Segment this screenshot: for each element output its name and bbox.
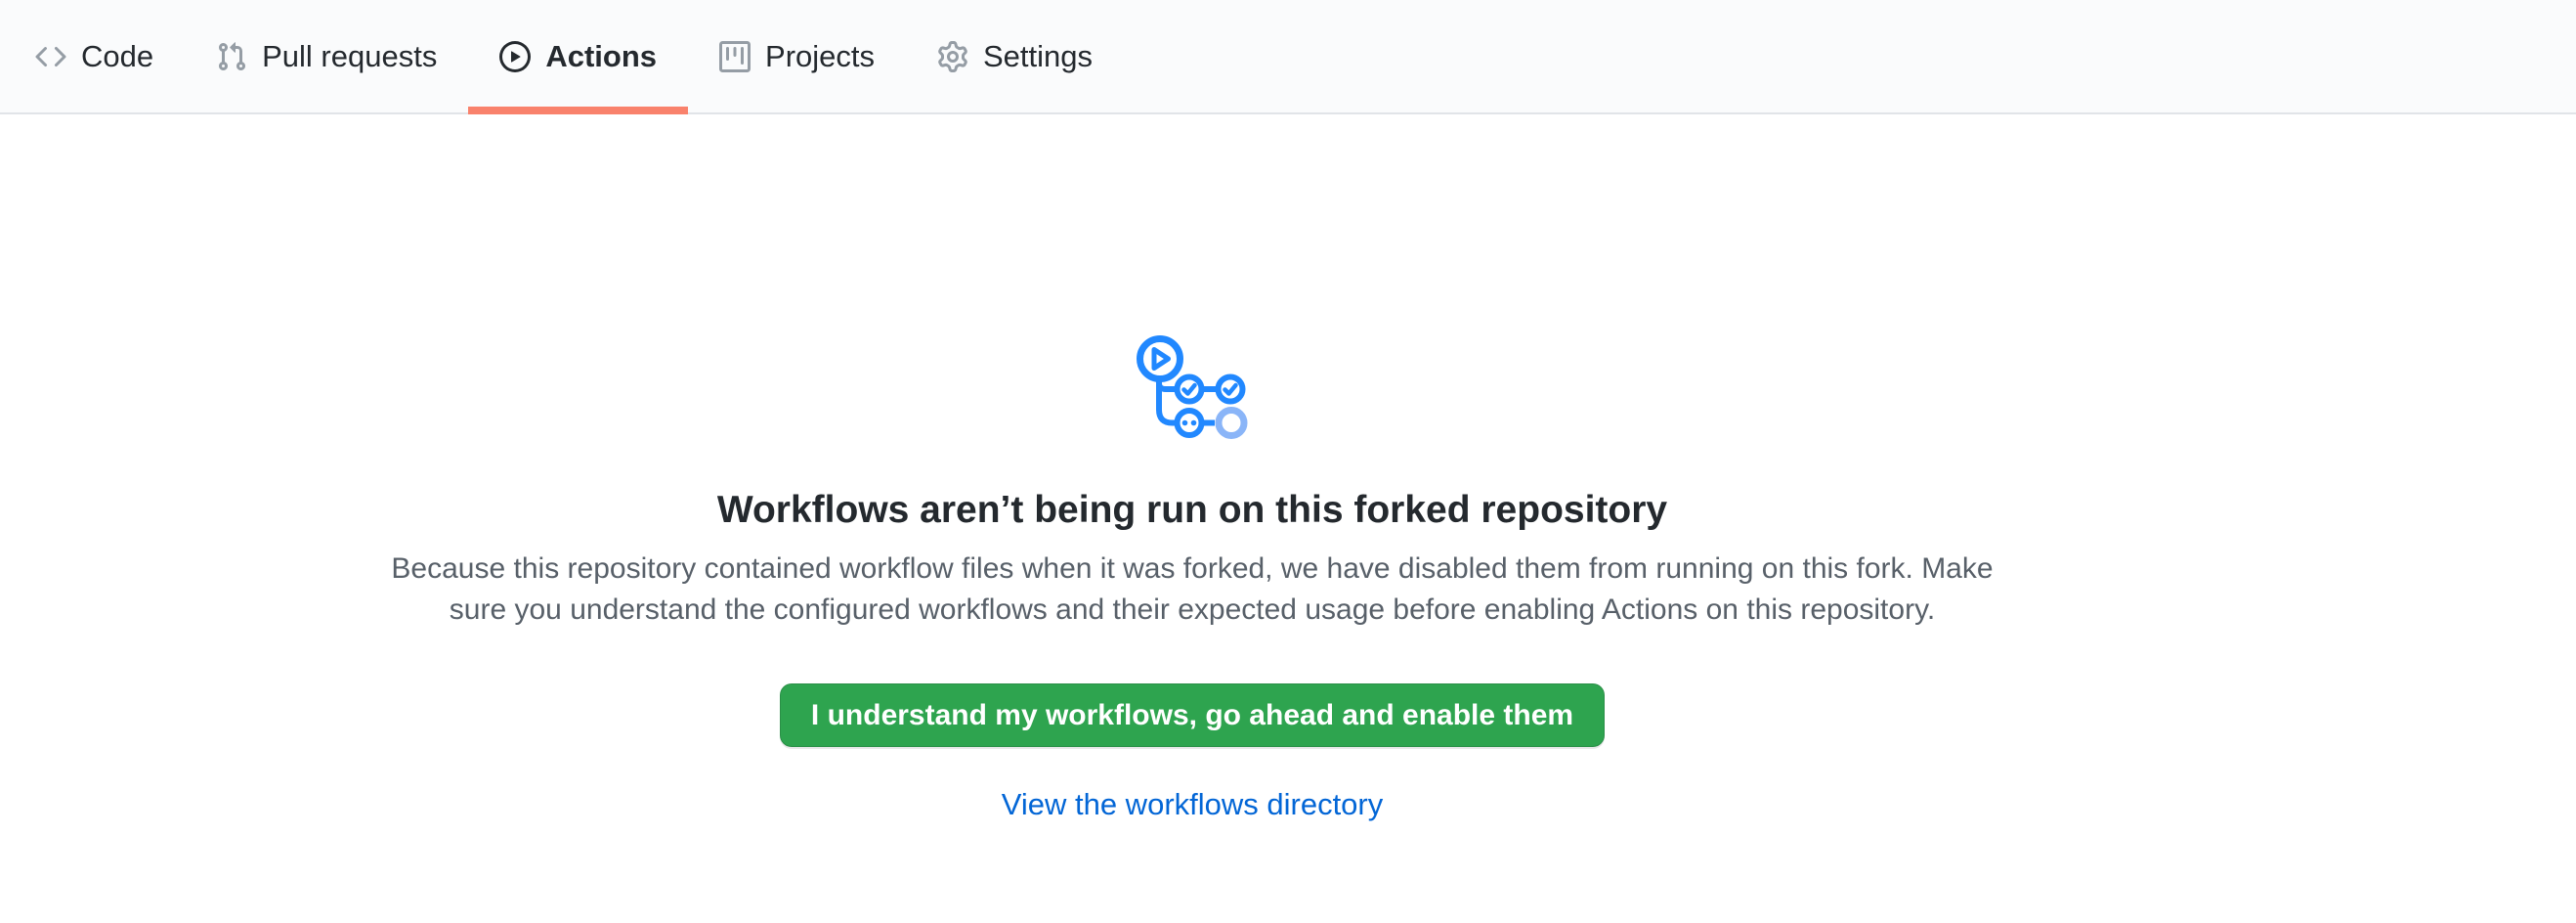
tab-label: Code [81,41,153,71]
blankslate-description: Because this repository contained workfl… [391,549,1993,631]
tab-label: Projects [765,41,875,71]
tab-settings[interactable]: Settings [906,0,1124,112]
view-workflows-directory-link[interactable]: View the workflows directory [1002,784,1384,825]
project-icon [719,41,751,72]
actions-blankslate: Workflows aren’t being run on this forke… [0,114,2576,825]
description-line: Because this repository contained workfl… [391,552,1993,585]
tab-label: Actions [545,41,657,71]
tab-pull-requests[interactable]: Pull requests [185,0,468,112]
repo-tab-bar: Code Pull requests Actions Projects Sett… [0,0,2576,114]
tab-projects[interactable]: Projects [688,0,906,112]
tab-label: Pull requests [262,41,437,71]
description-line: sure you understand the configured workf… [450,593,1935,626]
blankslate-content: Workflows aren’t being run on this forke… [0,114,2384,825]
gear-icon [937,41,968,72]
play-icon [499,41,531,72]
blankslate-title: Workflows aren’t being run on this forke… [717,486,1667,535]
tab-code[interactable]: Code [4,0,185,112]
tab-label: Settings [983,41,1093,71]
workflow-illustration-icon [1136,335,1249,439]
code-icon [35,41,66,72]
git-pull-request-icon [216,41,247,72]
tab-actions[interactable]: Actions [468,0,688,112]
enable-workflows-button[interactable]: I understand my workflows, go ahead and … [780,683,1605,747]
